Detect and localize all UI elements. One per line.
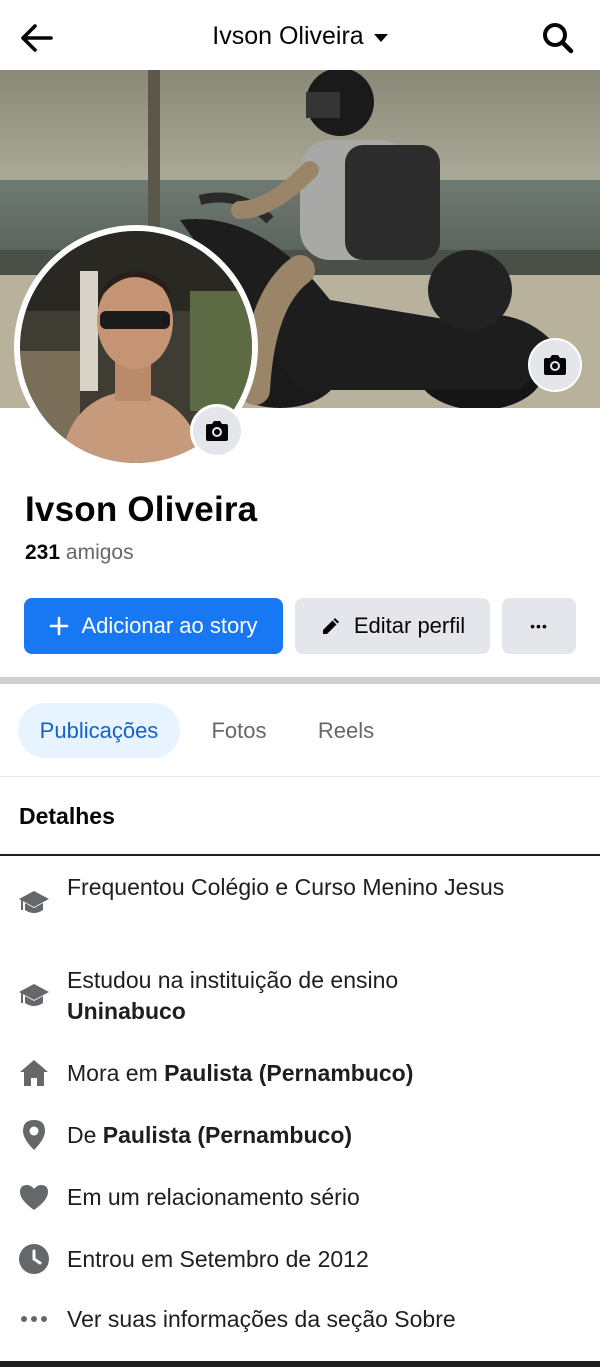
graduation-cap-icon [18,886,50,918]
header-title: Ivson Oliveira [212,22,364,50]
detail-text: Ver suas informações da seção Sobre [67,1306,456,1332]
more-options-button[interactable]: ••• [502,598,576,654]
camera-icon [544,355,566,375]
detail-text: Mora em Paulista (Pernambuco) [67,1060,414,1086]
home-icon [18,1057,50,1089]
tab-label: Fotos [211,717,267,743]
tab-reels[interactable]: Reels [300,703,392,758]
search-button[interactable] [540,20,576,56]
edit-cover-camera-button[interactable] [528,338,582,392]
profile-name: Ivson Oliveira [25,490,258,529]
friends-number: 231 [25,541,61,564]
bottom-divider [0,1361,600,1367]
detail-text: Entrou em Setembro de 2012 [67,1246,369,1272]
search-icon [543,23,574,54]
camera-icon [206,421,228,441]
detail-text: Em um relacionamento sério [67,1184,360,1210]
more-dots-icon: ••• [530,618,548,634]
profile-switcher[interactable]: Ivson Oliveira [0,22,600,51]
divider [0,776,600,777]
clock-icon [18,1243,50,1275]
edit-profile-button[interactable]: Editar perfil [295,598,490,654]
top-bar: Ivson Oliveira [0,0,600,70]
graduation-cap-icon [18,979,50,1011]
edit-profile-label: Editar perfil [353,613,466,638]
friends-count[interactable]: 231 amigos [25,541,134,565]
detail-text: Frequentou Colégio e Curso Menino Jesus [67,874,505,900]
heart-icon [18,1181,50,1213]
more-dots-icon [18,1303,50,1335]
location-pin-icon [18,1119,50,1151]
chevron-down-icon [373,34,388,42]
edit-avatar-camera-button[interactable] [190,404,244,458]
divider [0,854,600,856]
details-heading: Detalhes [19,803,115,829]
detail-text: Estudou na instituição de ensino Uninabu… [67,967,399,1024]
pencil-icon [322,618,339,634]
section-divider [0,677,600,684]
plus-icon [50,616,69,636]
friends-label: amigos [65,541,134,564]
add-to-story-button[interactable]: Adicionar ao story [24,598,283,654]
detail-text: De Paulista (Pernambuco) [67,1122,353,1148]
tab-label: Publicações [39,717,159,743]
tab-label: Reels [317,717,375,743]
tab-publicacoes[interactable]: Publicações [18,703,180,758]
add-to-story-label: Adicionar ao story [81,613,258,638]
tab-fotos[interactable]: Fotos [190,703,288,758]
